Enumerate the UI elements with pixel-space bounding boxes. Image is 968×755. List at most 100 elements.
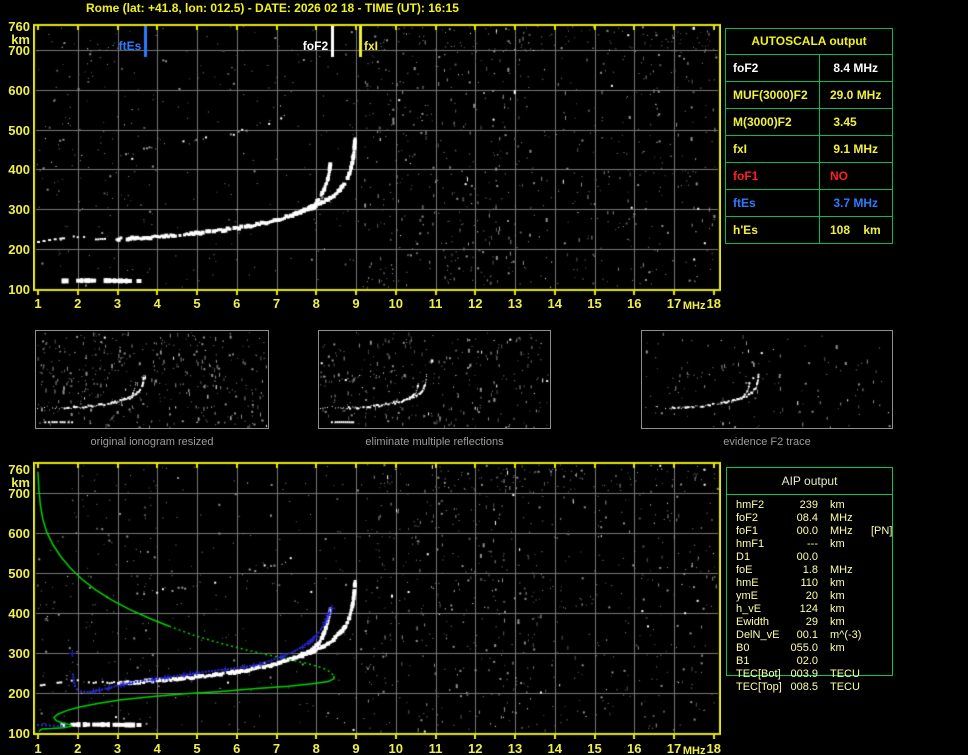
table-row: TEC[Top] 008.5 TECU: [726, 681, 891, 694]
table-row: foF2 08.4 MHz: [726, 512, 891, 525]
parameter-value: 8.4 MHz: [830, 61, 879, 75]
table-row: ftEs 3.7 MHz: [726, 190, 892, 217]
parameter-value: 055.0: [790, 642, 818, 654]
thumbnail-1: [35, 330, 269, 429]
table-row: Ewidth 29 km: [726, 616, 891, 629]
x-tick-label: 14: [547, 741, 562, 755]
marker-label-ftes: ftEs: [118, 39, 142, 53]
thumbnail-canvas-3: [642, 331, 892, 428]
x-tick-label: 15: [587, 741, 602, 755]
ionogram-plot-bottom: [33, 461, 721, 739]
x-tick-label: 13: [507, 741, 523, 755]
x-axis-unit-label: MHz: [682, 300, 706, 312]
parameter-value: 239: [799, 499, 818, 511]
parameter-name: ymE: [736, 590, 758, 602]
parameter-name: foF2: [726, 55, 820, 81]
parameter-unit: m^(-3): [830, 629, 862, 641]
parameter-unit: km: [830, 616, 845, 628]
parameter-name: B1: [736, 655, 750, 667]
x-tick-label: 2: [74, 296, 82, 311]
parameter-name: h'Es: [726, 217, 820, 243]
y-tick-label: 500: [8, 566, 30, 581]
x-tick-label: 15: [587, 296, 602, 311]
y-axis-unit-label: km: [11, 31, 30, 47]
table-row: B1 02.0: [726, 655, 891, 668]
parameter-name: D1: [736, 551, 751, 563]
parameter-extra: [PN]: [871, 525, 893, 537]
parameter-name: ftEs: [726, 190, 820, 216]
parameter-unit: MHz: [830, 525, 853, 537]
table-row: foF1 00.0 MHz [PN]: [726, 525, 893, 538]
x-tick-label: 16: [627, 296, 642, 311]
autoscala-table-title: AUTOSCALA output: [726, 29, 892, 55]
parameter-value: 108 km: [830, 223, 881, 237]
x-tick-label: 5: [193, 296, 201, 311]
parameter-value: ---: [807, 538, 818, 550]
y-tick-label: 200: [8, 686, 30, 701]
table-row: hmF1 --- km: [726, 538, 891, 551]
parameter-value: 29: [805, 616, 818, 628]
parameter-unit: TECU: [830, 681, 860, 693]
parameter-value: 00.0: [796, 525, 818, 537]
thumbnail-label: eliminate multiple reflections: [365, 436, 504, 448]
x-tick-label: 13: [507, 296, 523, 311]
x-tick-label: 1: [34, 296, 42, 311]
parameter-value: 29.0 MHz: [830, 88, 882, 102]
x-tick-label: 12: [468, 296, 483, 311]
table-row: D1 00.0: [726, 551, 891, 564]
x-tick-label: 7: [272, 296, 281, 311]
x-tick-label: 4: [153, 741, 161, 755]
table-row: fxI 9.1 MHz: [726, 136, 892, 163]
table-row: foF2 8.4 MHz: [726, 55, 892, 82]
x-tick-label: 3: [113, 741, 122, 755]
thumbnail-canvas-2: [319, 331, 550, 428]
y-tick-label: 600: [8, 82, 30, 98]
autoscala-table-rows: foF2 8.4 MHz MUF(3000)F2 29.0 MHz M(3000)F2…: [726, 55, 892, 243]
y-tick-label: 600: [8, 526, 30, 541]
thumbnail-2: [318, 330, 551, 429]
parameter-name: hmF1: [736, 538, 765, 550]
parameter-name: foF1: [736, 525, 759, 537]
x-tick-label: 2: [74, 741, 82, 755]
x-tick-label: 14: [547, 296, 562, 311]
parameter-name: B0: [736, 642, 750, 654]
parameter-name: M(3000)F2: [726, 109, 820, 135]
parameter-name: MUF(3000)F2: [726, 82, 820, 108]
y-tick-label: 500: [8, 122, 30, 138]
parameter-value: 3.45: [830, 115, 857, 129]
table-row: B0 055.0 km: [726, 642, 891, 655]
y-tick-label: 400: [8, 606, 30, 621]
y-tick-label: 300: [8, 646, 30, 661]
parameter-value: 1.8: [802, 564, 818, 576]
parameter-unit: km: [830, 577, 845, 589]
table-row: foE 1.8 MHz: [726, 564, 891, 577]
x-tick-label: 11: [428, 741, 443, 755]
x-tick-label: 8: [312, 296, 320, 311]
table-row: DelN_vE 00.1 m^(-3): [726, 629, 891, 642]
parameter-value: 003.9: [790, 668, 818, 680]
parameter-unit: km: [830, 538, 845, 550]
x-tick-label: 10: [388, 741, 403, 755]
parameter-value: 124: [799, 603, 818, 615]
table-row: hmF2 239 km: [726, 499, 891, 512]
page-title: Rome (lat: +41.8, lon: 012.5) - DATE: 20…: [86, 1, 459, 15]
parameter-name: hmF2: [736, 499, 765, 511]
parameter-name: hmE: [736, 577, 759, 589]
x-tick-label: 18: [706, 741, 721, 755]
x-tick-label: 10: [388, 296, 403, 311]
y-tick-label: 300: [8, 202, 30, 218]
marker-label-fof2: foF2: [302, 39, 329, 53]
thumbnail-label: evidence F2 trace: [723, 436, 811, 448]
table-row: h'Es 108 km: [726, 217, 892, 243]
x-tick-label: 17: [666, 741, 682, 755]
parameter-unit: km: [830, 603, 845, 615]
parameter-unit: MHz: [830, 564, 853, 576]
parameter-name: foF2: [736, 512, 759, 524]
x-tick-label: 16: [627, 741, 642, 755]
parameter-unit: km: [830, 642, 845, 654]
table-row: hmE 110 km: [726, 577, 891, 590]
aip-table-title: AIP output: [727, 468, 892, 495]
y-tick-label: 200: [8, 242, 30, 258]
y-tick-label: 100: [8, 282, 30, 297]
x-tick-label: 7: [272, 741, 281, 755]
